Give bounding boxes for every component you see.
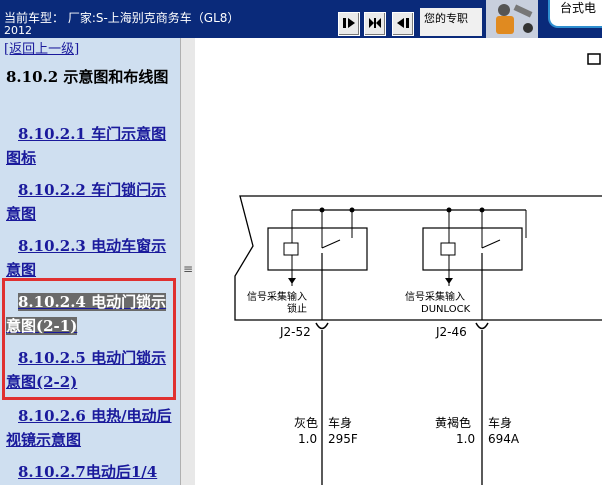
nav-item-power-windows[interactable]: 8.10.2.3 电动车窗示意图 xyxy=(6,234,174,282)
panel-splitter[interactable]: ≡ xyxy=(180,38,196,485)
grip-icon: ≡ xyxy=(183,262,194,276)
play-left-icon xyxy=(397,18,409,28)
arrow-icon xyxy=(288,278,296,284)
right-connector-label: J2-46 xyxy=(435,325,467,339)
right-wire-color: 黄褐色 xyxy=(435,415,471,430)
arrow-icon xyxy=(445,278,453,284)
nav-item-label: 8.10.2.3 电动车窗示意图 xyxy=(6,237,167,279)
desktop-badge-label: 台式电 xyxy=(560,1,597,15)
red-highlight-box xyxy=(2,278,176,400)
nav-item-heated-mirrors[interactable]: 8.10.2.6 电热/电动后视镜示意图 xyxy=(6,404,174,452)
left-wire-circuit: 295F xyxy=(328,432,358,446)
nav-item-label: 8.10.2.1 车门示意图图标 xyxy=(6,125,167,167)
expand-icon xyxy=(369,18,381,28)
nav-item-door-icons[interactable]: 8.10.2.1 车门示意图图标 xyxy=(6,122,174,170)
prev-page-button[interactable] xyxy=(338,12,360,36)
profile-text: 您的专职 xyxy=(424,12,468,25)
right-wire-dest: 车身 xyxy=(488,415,512,430)
nav-item-label: 8.10.2.2 车门锁闩示意图 xyxy=(6,181,167,223)
desktop-badge[interactable]: 台式电 xyxy=(548,0,602,28)
section-title: 8.10.2 示意图和布线图 xyxy=(6,68,169,86)
left-input-sublabel: 锁止 xyxy=(287,302,307,315)
nav-item-rear-quarter[interactable]: 8.10.2.7电动后1/4 xyxy=(6,460,174,484)
nav-item-label: 8.10.2.6 电热/电动后视镜示意图 xyxy=(6,407,172,449)
left-wire-gauge: 1.0 xyxy=(298,432,317,446)
connector-pin-right xyxy=(475,322,489,330)
top-bar: 当前车型： 厂家:S-上海别克商务车（GL8） 2012 您的专职 台式电 xyxy=(0,0,602,38)
right-input-sublabel: DUNLOCK xyxy=(421,304,471,315)
right-input-label: 信号采集输入 xyxy=(405,290,465,303)
relay-coil-right xyxy=(440,242,456,256)
right-wire-circuit: 694A xyxy=(488,432,520,446)
relay-box-right xyxy=(422,227,523,271)
left-wire-dest: 车身 xyxy=(328,415,352,430)
corner-marker xyxy=(587,53,601,65)
next-page-button[interactable] xyxy=(392,12,414,36)
profile-box[interactable]: 您的专职 xyxy=(420,8,482,36)
relay-coil-left xyxy=(283,242,299,256)
wiring-diagram: 信号采集输入 锁止 信号采集输入 DUNLOCK J2-52 J2-46 灰色 … xyxy=(195,38,602,485)
split-page-button[interactable] xyxy=(364,12,386,36)
vehicle-year: 2012 xyxy=(4,25,32,37)
nav-item-door-latch[interactable]: 8.10.2.2 车门锁闩示意图 xyxy=(6,178,174,226)
back-link[interactable]: [返回上一级] xyxy=(4,38,79,57)
play-right-icon xyxy=(343,18,355,28)
mechanic-logo-icon xyxy=(486,0,538,38)
nav-item-label: 8.10.2.7电动后1/4 xyxy=(18,463,158,481)
left-connector-label: J2-52 xyxy=(279,325,311,339)
right-wire-gauge: 1.0 xyxy=(456,432,475,446)
navigation-panel: [返回上一级] 8.10.2 示意图和布线图 8.10.2.1 车门示意图图标 … xyxy=(0,38,180,485)
wiring-diagram-svg: 信号采集输入 锁止 信号采集输入 DUNLOCK J2-52 J2-46 灰色 … xyxy=(234,53,602,485)
left-wire-color: 灰色 xyxy=(294,416,318,430)
left-input-label: 信号采集输入 xyxy=(247,290,307,303)
connector-pin-left xyxy=(315,322,329,330)
current-vehicle-label: 当前车型： 厂家:S-上海别克商务车（GL8） xyxy=(4,11,240,25)
